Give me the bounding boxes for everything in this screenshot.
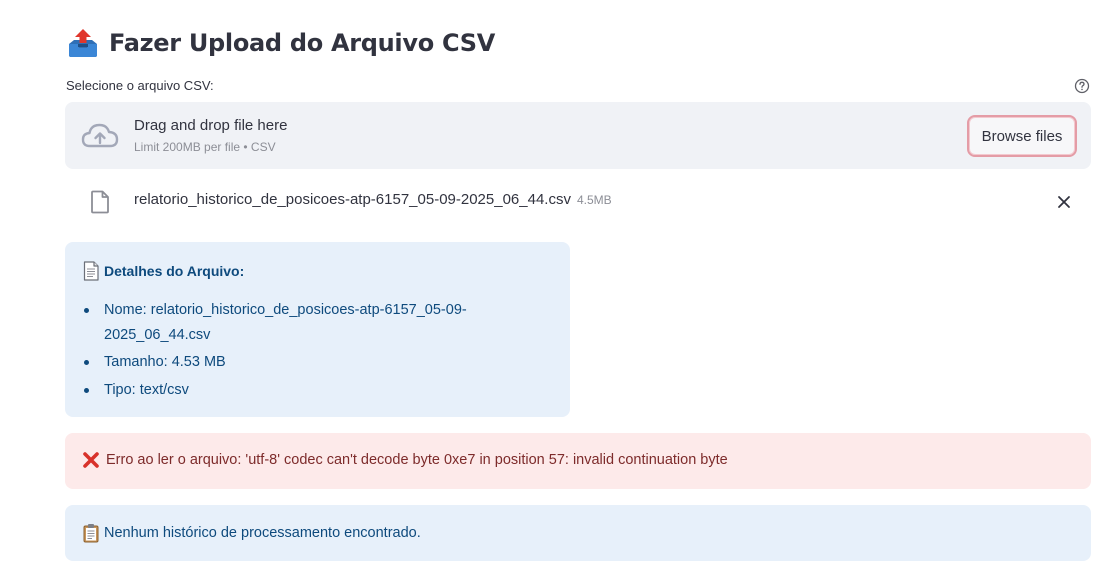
outbox-tray-icon xyxy=(69,29,97,57)
clipboard-icon xyxy=(83,524,99,543)
page: Fazer Upload do Arquivo CSV Selecione o … xyxy=(0,0,1115,585)
file-dropzone[interactable]: Drag and drop file here Limit 200MB per … xyxy=(65,102,1091,169)
list-item: Tamanho: 4.53 MB xyxy=(82,350,552,375)
uploaded-file-row: relatorio_historico_de_posicoes-atp-6157… xyxy=(65,182,1091,222)
list-item: Tipo: text/csv xyxy=(82,378,552,403)
file-details-list: Nome: relatorio_historico_de_posicoes-at… xyxy=(82,298,552,405)
file-details-heading-text: Detalhes do Arquivo: xyxy=(104,263,245,279)
info-message: Nenhum histórico de processamento encont… xyxy=(104,525,421,541)
info-alert-content: Nenhum histórico de processamento encont… xyxy=(82,523,421,543)
dropzone-instructions: Drag and drop file here Limit 200MB per … xyxy=(134,116,287,154)
page-facing-up-icon xyxy=(83,261,99,281)
error-alert: Erro ao ler o arquivo: 'utf-8' codec can… xyxy=(65,433,1091,489)
page-title-text: Fazer Upload do Arquivo CSV xyxy=(109,29,495,57)
close-icon xyxy=(1058,196,1070,208)
detail-name-line1: Nome: relatorio_historico_de_posicoes-at… xyxy=(104,302,467,318)
info-alert: Nenhum histórico de processamento encont… xyxy=(65,505,1091,561)
dropzone-limit-text: Limit 200MB per file • CSV xyxy=(134,140,276,154)
file-icon xyxy=(91,190,109,214)
page-title: Fazer Upload do Arquivo CSV xyxy=(66,26,495,60)
uploader-label: Selecione o arquivo CSV: xyxy=(66,78,214,93)
question-circle-icon[interactable] xyxy=(1074,78,1090,94)
uploaded-file-size: 4.5MB xyxy=(576,193,612,207)
cross-mark-icon xyxy=(83,452,99,468)
dropzone-main-text: Drag and drop file here xyxy=(134,117,288,134)
list-item: Nome: relatorio_historico_de_posicoes-at… xyxy=(82,298,552,347)
file-details-heading: Detalhes do Arquivo: xyxy=(82,261,244,281)
file-details-box: Detalhes do Arquivo: Nome: relatorio_his… xyxy=(65,242,570,417)
browse-files-button[interactable]: Browse files xyxy=(967,115,1077,157)
detail-name-line2: 2025_06_44.csv xyxy=(104,326,211,343)
uploaded-file-name-text: relatorio_historico_de_posicoes-atp-6157… xyxy=(134,191,571,208)
cloud-upload-icon xyxy=(81,123,119,148)
uploaded-file-name: relatorio_historico_de_posicoes-atp-6157… xyxy=(134,191,612,208)
error-message: Erro ao ler o arquivo: 'utf-8' codec can… xyxy=(106,452,728,468)
remove-file-button[interactable] xyxy=(1053,191,1075,213)
error-alert-content: Erro ao ler o arquivo: 'utf-8' codec can… xyxy=(82,451,728,469)
